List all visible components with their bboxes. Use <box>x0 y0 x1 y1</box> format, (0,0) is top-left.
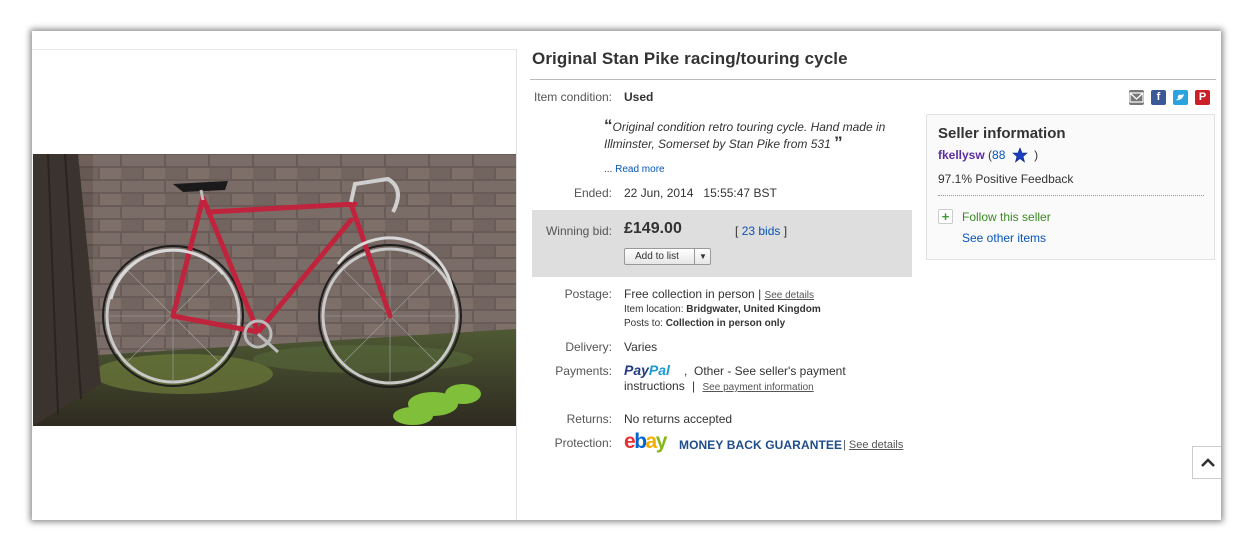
read-more-row: ... Read more <box>604 164 665 175</box>
item-title: Original Stan Pike racing/touring cycle <box>532 49 848 68</box>
condition-label: Item condition: <box>533 90 612 104</box>
see-other-items-link[interactable]: See other items <box>962 231 1046 245</box>
protection-label: Protection: <box>554 436 612 450</box>
ended-value: 22 Jun, 2014 15:55:47 BST <box>624 186 777 200</box>
back-to-top-button[interactable] <box>1192 446 1221 479</box>
payments-label: Payments: <box>555 364 612 378</box>
paypal-logo-pal: Pal <box>648 362 670 378</box>
add-to-list-label: Add to list <box>635 251 679 262</box>
item-location-label: Item location: <box>624 304 684 315</box>
bid-history-link[interactable]: 23 bids <box>742 224 781 238</box>
paypal-logo-pay: Pay <box>624 362 649 378</box>
seller-info-title: Seller information <box>938 125 1066 142</box>
paypal-logo: PayPal <box>624 362 670 378</box>
plus-icon[interactable]: + <box>938 209 953 224</box>
title-divider <box>530 79 1216 80</box>
postage-text: Free collection in person <box>624 287 755 301</box>
delivery-label: Delivery: <box>565 340 612 354</box>
description-text: Original condition retro touring cycle. … <box>604 120 886 151</box>
seller-score-close: ) <box>1034 148 1039 162</box>
protection-see-details-link[interactable]: See details <box>849 439 903 451</box>
email-icon[interactable] <box>1129 90 1144 105</box>
postage-value: Free collection in person | See details <box>624 287 814 301</box>
posts-to-value: Collection in person only <box>665 318 786 329</box>
payments-separator: | <box>692 379 696 393</box>
winning-bid-price: £149.00 <box>624 220 682 237</box>
returns-label: Returns: <box>566 412 612 426</box>
ebay-logo-a: a <box>645 430 658 453</box>
seller-info-panel: Seller information fkellysw (88 ) 97.1% … <box>926 114 1215 260</box>
seller-feedback: 97.1% Positive Feedback <box>938 172 1074 186</box>
listing-window: Original Stan Pike racing/touring cycle … <box>32 31 1221 520</box>
ebay-logo-e: e <box>624 430 636 453</box>
facebook-icon[interactable]: f <box>1151 90 1166 105</box>
quote-close: ” <box>834 133 843 152</box>
read-more-link[interactable]: Read more <box>615 164 664 175</box>
seller-divider <box>938 195 1204 196</box>
add-to-list-button[interactable]: Add to list ▼ <box>624 248 711 265</box>
image-panel <box>32 49 517 520</box>
chevron-up-icon <box>1200 458 1215 467</box>
postage-label: Postage: <box>564 287 612 301</box>
payments-value-line2: instructions | See payment information <box>624 379 814 393</box>
seller-description: “Original condition retro touring cycle.… <box>604 116 904 153</box>
read-more-ellipsis: ... <box>604 164 613 175</box>
bid-count-open: [ <box>735 224 739 238</box>
ebay-logo-y: y <box>655 430 668 453</box>
delivery-value: Varies <box>624 340 658 354</box>
protection-separator: | <box>843 439 846 451</box>
condition-value: Used <box>624 90 654 104</box>
payments-instructions: instructions <box>624 379 685 393</box>
product-photo[interactable] <box>33 154 516 426</box>
ebay-logo: ebay <box>624 430 668 454</box>
returns-value: No returns accepted <box>624 412 733 426</box>
quote-open: “ <box>604 116 613 135</box>
star-icon <box>1011 147 1028 163</box>
protection-details: | See details <box>843 439 903 451</box>
ended-label: Ended: <box>573 186 612 200</box>
chevron-down-icon[interactable]: ▼ <box>699 249 707 264</box>
seller-name-row: fkellysw (88 ) <box>938 147 1038 163</box>
bid-count-close: ] <box>783 224 788 238</box>
posts-to: Posts to: Collection in person only <box>624 318 785 329</box>
see-payment-information-link[interactable]: See payment information <box>703 382 814 393</box>
follow-seller-link[interactable]: Follow this seller <box>962 210 1051 224</box>
item-location: Item location: Bridgwater, United Kingdo… <box>624 304 821 315</box>
bicycle-photo-icon <box>33 154 516 426</box>
postage-separator: | <box>758 287 762 301</box>
ebay-logo-b: b <box>634 430 647 453</box>
postage-see-details-link[interactable]: See details <box>765 290 814 301</box>
posts-to-label: Posts to: <box>624 318 663 329</box>
add-to-list-separator <box>694 249 695 264</box>
payments-value: , Other - See seller's payment <box>684 364 846 378</box>
item-location-value: Bridgwater, United Kingdom <box>686 304 821 315</box>
pinterest-icon[interactable]: P <box>1195 90 1210 105</box>
winning-bid-label: Winning bid: <box>545 224 612 238</box>
twitter-icon[interactable] <box>1173 90 1188 105</box>
bid-count: [ 23 bids ] <box>735 224 787 238</box>
seller-name-link[interactable]: fkellysw <box>938 148 985 162</box>
bid-box <box>532 210 912 277</box>
seller-score-link[interactable]: 88 <box>992 148 1005 162</box>
money-back-guarantee: MONEY BACK GUARANTEE <box>679 438 843 452</box>
